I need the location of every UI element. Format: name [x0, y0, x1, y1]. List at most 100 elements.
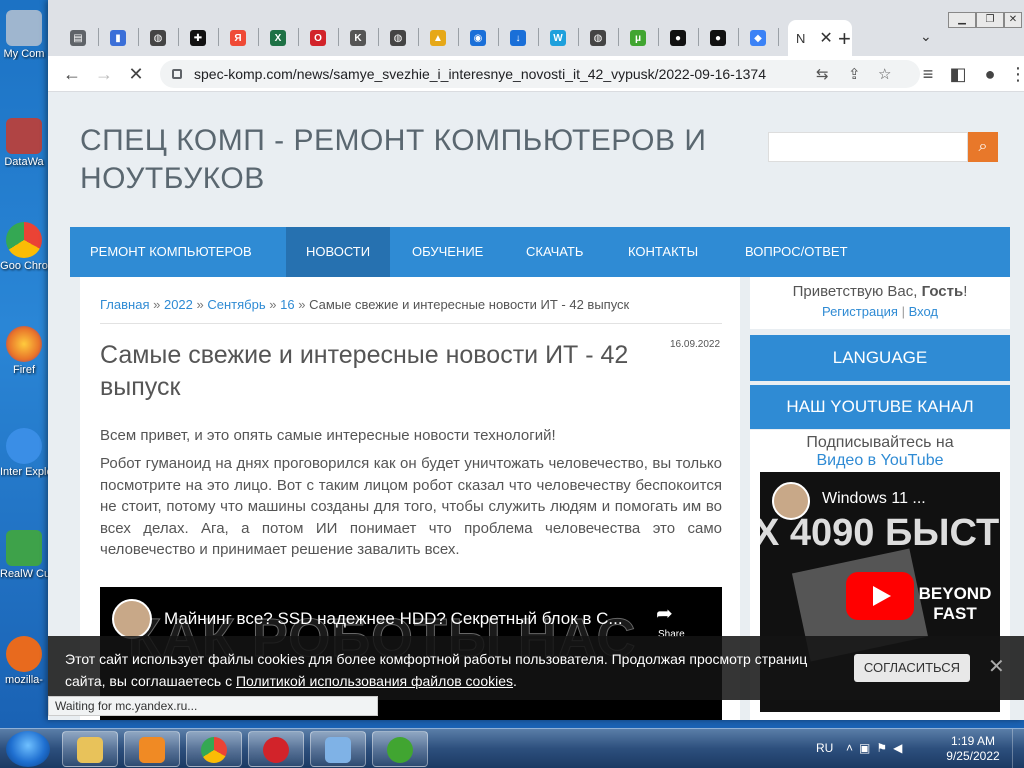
share-icon[interactable]: ➦	[656, 601, 673, 626]
channel-avatar[interactable]	[772, 482, 810, 520]
auth-links: Регистрация | Вход	[750, 304, 1010, 319]
media-control-button[interactable]: ≡	[916, 62, 940, 86]
forward-button[interactable]: →	[92, 62, 116, 86]
video-title[interactable]: Windows 11 ...	[822, 490, 926, 508]
tab-search-button[interactable]: ⌄	[920, 28, 932, 45]
side-panel-button[interactable]: ◧	[946, 62, 970, 86]
desktop-icon-datawatch[interactable]: DataWa	[0, 118, 48, 168]
maximize-button[interactable]: ❐	[976, 12, 1004, 28]
desktop-icon-mozilla[interactable]: mozilla-	[0, 636, 48, 686]
circle-icon: ◉	[470, 30, 486, 46]
nav-item-repair[interactable]: РЕМОНТ КОМПЬЮТЕРОВ	[70, 227, 272, 277]
browser-tab[interactable]: K	[340, 20, 376, 56]
clock[interactable]: 1:19 AM 9/25/2022	[940, 734, 1006, 764]
show-desktop-button[interactable]	[1012, 729, 1024, 768]
browser-tab[interactable]: W	[540, 20, 576, 56]
browser-tab[interactable]: ▮	[100, 20, 136, 56]
address-bar[interactable]: spec-komp.com/news/samye_svezhie_i_inter…	[160, 60, 920, 88]
desktop-icon-computer[interactable]: My Com	[0, 10, 48, 60]
network-icon[interactable]: ▣	[859, 741, 876, 755]
show-hidden-icons-icon[interactable]: ˄	[846, 741, 859, 755]
bookmark-star-icon[interactable]: ☆	[878, 65, 891, 83]
nav-item-faq[interactable]: ВОПРОС/ОТВЕТ	[725, 227, 868, 277]
cookie-policy-link[interactable]: Политикой использования файлов cookies	[236, 673, 513, 689]
taskbar-app-paint[interactable]	[310, 731, 366, 767]
taskbar-app-chrome[interactable]	[186, 731, 242, 767]
browser-tab[interactable]: ●	[660, 20, 696, 56]
browser-tab[interactable]: Я	[220, 20, 256, 56]
utorrent-icon	[387, 737, 413, 763]
browser-tab[interactable]: μ	[620, 20, 656, 56]
nav-item-download[interactable]: СКАЧАТЬ	[506, 227, 603, 277]
browser-tab[interactable]: ↓	[500, 20, 536, 56]
menu-button[interactable]: ⋮	[1006, 62, 1024, 86]
browser-tab[interactable]: ●	[700, 20, 736, 56]
minimize-button[interactable]: ▁	[948, 12, 976, 28]
share-icon[interactable]: ⇪	[848, 65, 861, 83]
nav-item-contacts[interactable]: КОНТАКТЫ	[608, 227, 718, 277]
site-search-button[interactable]: ⌕	[968, 132, 998, 162]
cookie-accept-button[interactable]: СОГЛАСИТЬСЯ	[854, 654, 970, 682]
taskbar-app-opera[interactable]	[248, 731, 304, 767]
yandex-icon: Я	[230, 30, 246, 46]
utorrent-icon: μ	[630, 30, 646, 46]
tab-separator	[98, 28, 99, 46]
desktop-icon-firefox[interactable]: Firef	[0, 326, 48, 376]
folder-icon	[77, 737, 103, 763]
channel-avatar[interactable]	[112, 599, 152, 639]
github-icon: ●	[710, 30, 726, 46]
browser-tab[interactable]: ◉	[460, 20, 496, 56]
taskbar-app-utorrent[interactable]	[372, 731, 428, 767]
language-header[interactable]: LANGUAGE	[750, 335, 1010, 381]
nav-item-training[interactable]: ОБУЧЕНИЕ	[392, 227, 503, 277]
profile-button[interactable]: ●	[978, 62, 1002, 86]
play-button-icon[interactable]	[846, 572, 914, 620]
taskbar-app-explorer[interactable]	[62, 731, 118, 767]
desktop-icon-ie[interactable]: Inter Explo	[0, 428, 48, 478]
more-vertical-icon: ⋮	[1009, 64, 1024, 84]
youtube-link[interactable]: Видео в YouTube	[750, 452, 1010, 470]
login-link[interactable]: Вход	[909, 304, 938, 319]
flag-icon[interactable]: ⚑	[876, 741, 893, 755]
browser-tab[interactable]: X	[260, 20, 296, 56]
close-tab-icon[interactable]: ✕	[819, 28, 832, 48]
browser-tab[interactable]: ◍	[380, 20, 416, 56]
tab-separator	[218, 28, 219, 46]
stop-loading-button[interactable]: ✕	[124, 62, 148, 86]
cookie-close-icon[interactable]: ✕	[988, 654, 1005, 679]
video-title[interactable]: Майнинг все? SSD надежнее HDD? Секретный…	[164, 609, 623, 629]
desktop-icon-chrome[interactable]: Goo Chro	[0, 222, 48, 272]
site-search-input[interactable]	[768, 132, 968, 162]
desktop-icon-realworld[interactable]: RealW Cursor E	[0, 530, 48, 580]
browser-tab[interactable]: ◍	[580, 20, 616, 56]
new-tab-button[interactable]: +	[838, 26, 851, 52]
language-indicator[interactable]: RU	[816, 741, 833, 755]
translate-icon[interactable]: ⇆	[816, 65, 829, 83]
opera-icon	[263, 737, 289, 763]
volume-icon[interactable]: ◀	[893, 741, 908, 755]
breadcrumb-day[interactable]: 16	[280, 297, 294, 312]
back-button[interactable]: ←	[60, 62, 84, 86]
breadcrumb-year[interactable]: 2022	[164, 297, 193, 312]
browser-tab[interactable]: ✚	[180, 20, 216, 56]
url-text: spec-komp.com/news/samye_svezhie_i_inter…	[194, 66, 766, 82]
greeting-suffix: !	[963, 283, 968, 300]
excel-icon: X	[270, 30, 286, 46]
browser-tab[interactable]: ▲	[420, 20, 456, 56]
nav-item-news[interactable]: НОВОСТИ	[286, 227, 391, 277]
browser-tab[interactable]: ◆	[740, 20, 776, 56]
close-window-button[interactable]: ✕	[1004, 12, 1022, 28]
breadcrumb: Главная » 2022 » Сентябрь » 16 » Самые с…	[100, 297, 629, 312]
breadcrumb-home[interactable]: Главная	[100, 297, 149, 312]
browser-tab[interactable]: O	[300, 20, 336, 56]
register-link[interactable]: Регистрация	[822, 304, 898, 319]
browser-tab[interactable]: ▤	[60, 20, 96, 56]
site-title[interactable]: СПЕЦ КОМП - РЕМОНТ КОМПЬЮТЕРОВ И НОУТБУК…	[80, 122, 740, 198]
taskbar: RU ˄▣⚑◀ 1:19 AM 9/25/2022	[0, 728, 1024, 768]
browser-tab[interactable]: ◍	[140, 20, 176, 56]
image-icon: ▲	[430, 30, 446, 46]
breadcrumb-month[interactable]: Сентябрь	[207, 297, 265, 312]
greeting-user: Гость	[921, 283, 964, 300]
taskbar-app-media-player[interactable]	[124, 731, 180, 767]
start-button[interactable]	[6, 731, 50, 767]
